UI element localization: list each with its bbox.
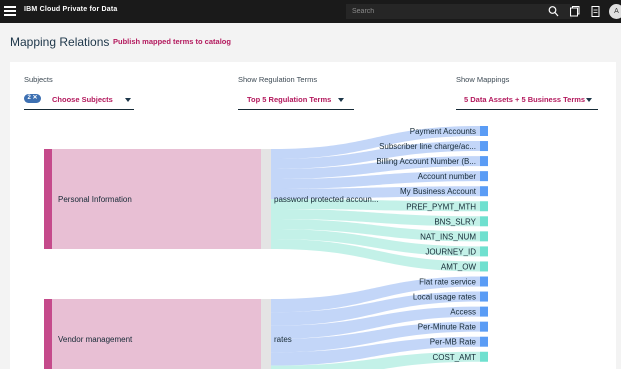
target-node-bar[interactable] [480, 186, 488, 197]
menu-icon[interactable] [4, 4, 16, 18]
publish-button[interactable]: Publish mapped terms to catalog [113, 37, 231, 46]
app-window: IBM Cloud Private for Data A Mapping Rel… [0, 0, 621, 369]
mapping-card: Subjects 2 ✕ Choose Subjects Show Regula… [10, 62, 616, 369]
target-label: My Business Account [400, 187, 477, 196]
target-node-bar[interactable] [480, 246, 488, 257]
subject-label: Vendor management [58, 335, 133, 344]
subject-node-bar[interactable] [44, 299, 52, 369]
target-node-bar[interactable] [480, 216, 488, 227]
target-label: Per-MB Rate [430, 338, 477, 347]
regulation-node[interactable] [261, 299, 271, 369]
target-label: Account number [418, 172, 477, 181]
target-node-bar[interactable] [480, 156, 488, 167]
search-input[interactable] [346, 4, 572, 19]
target-label: Subscriber line charge/ac... [379, 142, 476, 151]
app-brand: IBM Cloud Private for Data [24, 6, 118, 13]
target-node-bar[interactable] [480, 306, 488, 317]
target-node-bar[interactable] [480, 291, 488, 302]
avatar[interactable]: A [609, 4, 621, 19]
subject-flow [52, 299, 261, 369]
catalog-icon[interactable] [569, 5, 580, 18]
target-label: Local usage rates [413, 293, 476, 302]
target-node-bar[interactable] [480, 336, 488, 347]
target-label: NAT_INS_NUM [420, 232, 476, 241]
target-label: JOURNEY_ID [425, 247, 476, 256]
top-bar: IBM Cloud Private for Data A [0, 0, 621, 23]
target-node-bar[interactable] [480, 201, 488, 212]
regulation-term-label: password protected accoun... [274, 195, 379, 204]
target-node-bar[interactable] [480, 141, 488, 152]
target-label: Billing Account Number (B... [376, 157, 476, 166]
target-label: AMT_OW [441, 262, 477, 271]
target-node-bar[interactable] [480, 276, 488, 287]
target-label: COST_AMT [432, 353, 476, 362]
target-node-bar[interactable] [480, 321, 488, 332]
target-node-bar[interactable] [480, 171, 488, 182]
regulation-term-label: rates [274, 335, 292, 344]
sankey-diagram: Personal Information Vendor management pas… [44, 126, 488, 369]
target-label: Payment Accounts [410, 127, 476, 136]
target-node-bar[interactable] [480, 261, 488, 272]
regulation-node[interactable] [261, 149, 271, 249]
target-node-bar[interactable] [480, 231, 488, 242]
target-node-bar[interactable] [480, 126, 488, 136]
subject-label: Personal Information [58, 195, 132, 204]
target-label: Per-Minute Rate [418, 323, 477, 332]
target-label: BNS_SLRY [434, 217, 476, 226]
search-icon[interactable] [548, 5, 559, 18]
subject-node-bar[interactable] [44, 149, 52, 249]
notification-icon[interactable] [590, 5, 601, 18]
page-title: Mapping Relations [10, 35, 110, 49]
target-node-bar[interactable] [480, 351, 488, 362]
target-label: Access [450, 308, 476, 317]
target-label: Flat rate service [419, 278, 476, 287]
target-label: PREF_PYMT_MTH [406, 202, 476, 211]
